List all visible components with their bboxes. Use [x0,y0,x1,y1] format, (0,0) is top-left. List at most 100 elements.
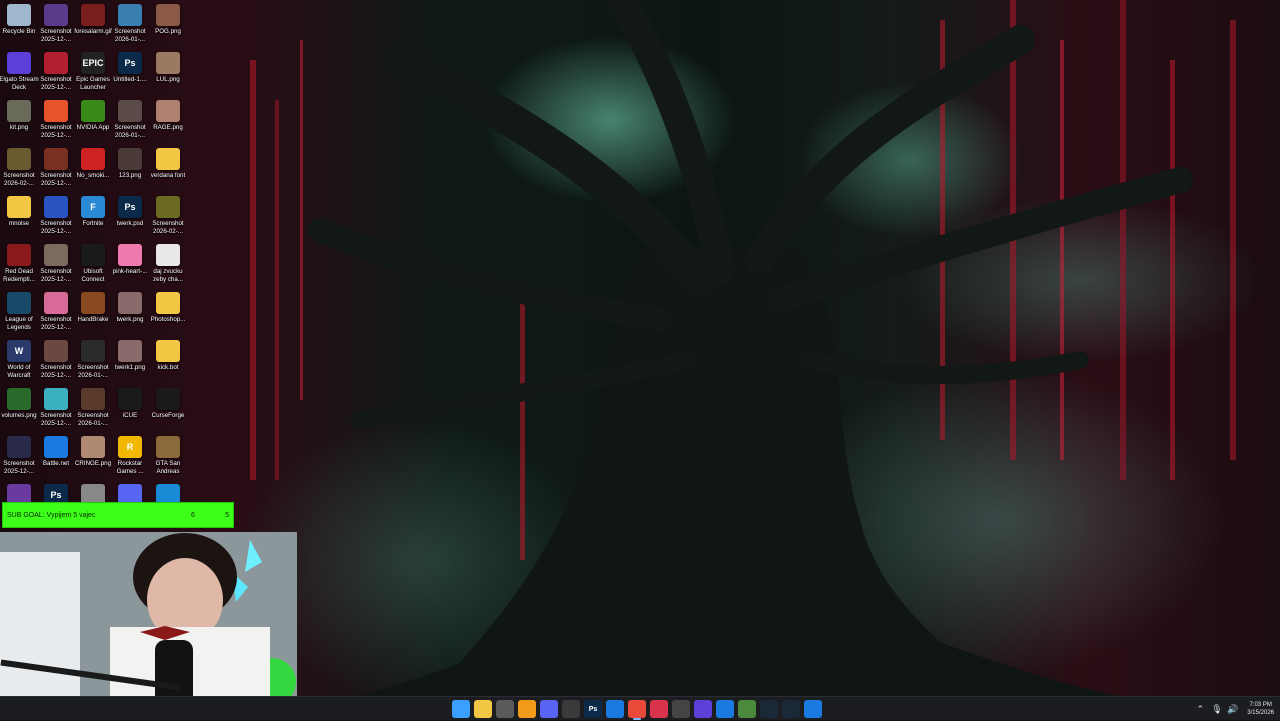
desktop-icon[interactable]: Screenshot 2026-01-... [74,336,112,384]
desktop-icon-label: Screenshot 2025-12-... [40,124,72,139]
desktop-icon-label: pink-heart-... [112,268,148,275]
app-icon[interactable] [496,700,514,718]
desktop-icon[interactable]: Recycle Bin [0,0,38,48]
league-icon [7,292,31,314]
desktop-icon[interactable]: Screenshot 2026-01-... [111,96,149,144]
desktop-icon[interactable]: HandBrake [74,288,112,336]
desktop-icon[interactable]: POG.png [149,0,187,48]
desktop-icon[interactable]: Screenshot 2026-01-... [111,0,149,48]
image-icon [81,4,105,26]
desktop-icon-label: No_smoki... [76,172,110,179]
app-icon[interactable] [672,700,690,718]
desktop-icon-label: Screenshot 2025-12-... [40,172,72,187]
desktop-icon[interactable]: Screenshot 2026-01-... [74,384,112,432]
desktop-icon[interactable]: EPIC Epic Games Launcher [74,48,112,96]
desktop-icon-label: Screenshot 2025-12-... [3,460,35,475]
battlenet-icon[interactable] [804,700,822,718]
steam-icon[interactable] [782,700,800,718]
desktop-icon[interactable]: Screenshot 2025-12-... [37,240,75,288]
desktop-icon[interactable]: Screenshot 2025-12-... [37,336,75,384]
desktop-icon-label: Battle.net [42,460,70,467]
desktop-icon[interactable]: foresalarm.gif [74,0,112,48]
app-icon[interactable] [738,700,756,718]
battlenet-icon[interactable] [606,700,624,718]
desktop-icon[interactable]: Screenshot 2025-12-... [37,96,75,144]
stream-deck-icon[interactable] [694,700,712,718]
clock[interactable]: 7:03 PM 3/15/2026 [1247,701,1274,717]
desktop-icon[interactable]: Screenshot 2025-12-... [37,192,75,240]
desktop-icon[interactable]: CRINGE.png [74,432,112,480]
desktop-icon[interactable]: iCUE [111,384,149,432]
desktop-icon[interactable]: Elgato Stream Deck [0,48,39,96]
desktop-icon-label: World of Warcraft [7,364,31,379]
desktop-icon-label: Screenshot 2026-01-... [77,364,109,379]
image-icon [118,148,142,170]
folder-icon[interactable] [474,700,492,718]
app-icon[interactable] [716,700,734,718]
desktop-icon[interactable]: LUL.png [149,48,187,96]
desktop-icon[interactable]: Red Dead Redempti... [0,240,38,288]
desktop-icon[interactable]: Screenshot 2025-12-... [37,384,75,432]
desktop-icon-label: League of Legends [5,316,33,331]
folder-icon [156,340,180,362]
desktop-icon[interactable]: twerk1.png [111,336,149,384]
desktop-icon[interactable]: Screenshot 2026-02-... [149,192,187,240]
desktop-icon[interactable]: Ubisoft Connect [74,240,112,288]
desktop-icon[interactable]: Photoshop... [149,288,187,336]
desktop-icon[interactable]: verdana font [149,144,187,192]
desktop-icon[interactable]: Ps twerk.psd [111,192,149,240]
desktop-icon[interactable]: Screenshot 2025-12-... [37,0,75,48]
desktop-icon[interactable]: Battle.net [37,432,75,480]
desktop-icon[interactable]: R Rockstar Games ... [111,432,149,480]
image-icon [7,100,31,122]
desktop-icon[interactable]: Screenshot 2025-12-... [0,432,38,480]
desktop-icon[interactable]: Screenshot 2025-12-... [37,48,75,96]
desktop-icon[interactable]: daj zvucku zeby cha... [149,240,187,288]
desktop-icon[interactable]: Screenshot 2025-12-... [37,144,75,192]
desktop-icon[interactable]: kick.bot [149,336,187,384]
steam-icon[interactable] [760,700,778,718]
desktop-icon[interactable]: Ps Untitled-1.... [111,48,149,96]
desktop-icon-label: Recycle Bin [2,28,36,35]
app-icon[interactable] [650,700,668,718]
desktop-icon[interactable]: mnoise [0,192,38,240]
desktop-icon[interactable]: F Fortnite [74,192,112,240]
desktop-icon[interactable]: kit.png [0,96,38,144]
chevron-up-icon[interactable]: ⌃ [1195,704,1205,714]
microphone-icon[interactable]: 🎙 [1211,704,1222,714]
sub-goal-target: 5 [225,511,229,519]
desktop-icon-label: Screenshot 2026-01-... [77,412,109,427]
wow-icon: W [7,340,31,362]
desktop-icon-label: Screenshot 2026-02-... [152,220,184,235]
sub-goal-current: 6 [191,511,195,519]
desktop-icon[interactable]: CurseForge [149,384,187,432]
volume-icon[interactable]: 🔊 [1227,704,1238,714]
epic-games-icon: EPIC [81,52,105,74]
desktop-icon[interactable]: GTA San Andreas [149,432,187,480]
photoshop-icon[interactable]: Ps [584,700,602,718]
desktop-icon[interactable]: pink-heart-... [111,240,149,288]
desktop-icon[interactable]: twerk.png [111,288,149,336]
photoshop-icon: Ps [118,196,142,218]
clock-date: 3/15/2026 [1247,710,1274,716]
app-icon[interactable] [518,700,536,718]
desktop-icon[interactable]: W World of Warcraft [0,336,38,384]
desktop-icon-label: HandBrake [77,316,109,323]
desktop-icon-label: Screenshot 2025-12-... [40,364,72,379]
desktop-icon[interactable]: League of Legends [0,288,38,336]
image-icon [7,388,31,410]
desktop-icon[interactable]: Screenshot 2025-12-... [37,288,75,336]
desktop-icon[interactable]: 123.png [111,144,149,192]
app-icon[interactable] [562,700,580,718]
desktop-icon[interactable]: NVIDIA App [74,96,112,144]
chrome-icon[interactable] [628,700,646,720]
discord-icon[interactable] [540,700,558,718]
desktop-icon[interactable]: RAGE.png [149,96,187,144]
webcam-feed [0,532,297,720]
image-icon [156,100,180,122]
desktop-icon[interactable]: volumes.png [0,384,38,432]
rockstar-icon: R [118,436,142,458]
desktop-icon[interactable]: No_smoki... [74,144,112,192]
windows-start-icon[interactable] [452,700,470,718]
desktop-icon[interactable]: Screenshot 2026-02-... [0,144,38,192]
